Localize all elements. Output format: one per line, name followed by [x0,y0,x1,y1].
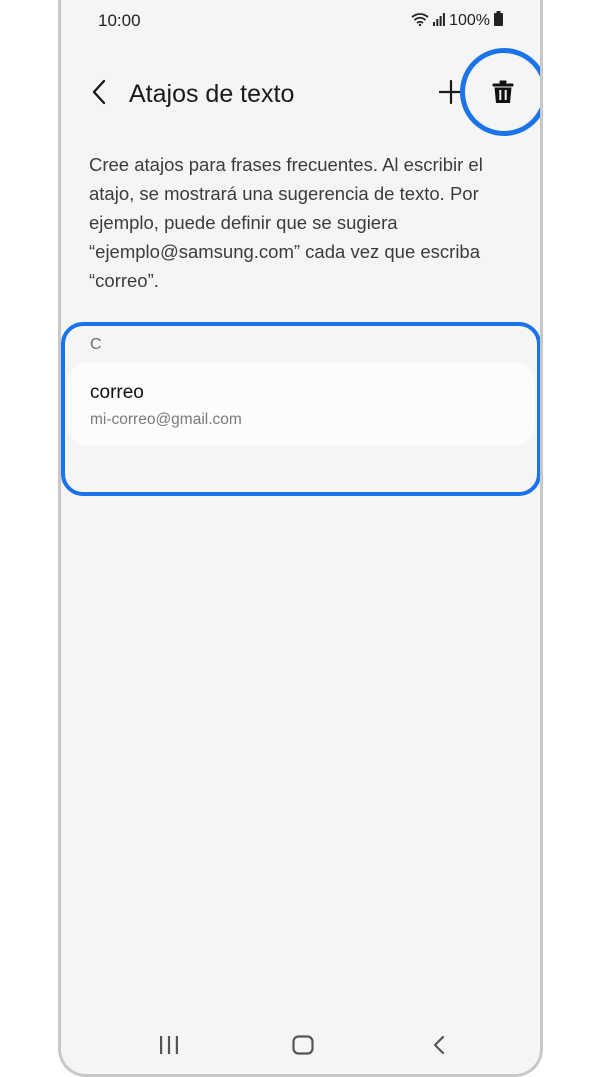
section-header: C [90,336,102,353]
back-icon [432,1035,446,1060]
nav-back-button[interactable] [419,1032,459,1062]
status-time: 10:00 [98,11,141,30]
status-bar: 10:00 100% [61,0,540,44]
home-icon [292,1034,314,1060]
wifi-icon [411,12,429,31]
back-button[interactable] [81,76,117,112]
trash-icon [492,80,514,109]
signal-icon [433,12,445,31]
shortcut-phrase: mi-correo@gmail.com [90,411,242,428]
phone-screen: 10:00 100% Atajos de texto Cree atajos p… [58,0,543,1077]
chevron-left-icon [91,79,107,110]
page-title: Atajos de texto [129,80,295,108]
battery-icon [494,11,503,31]
shortcut-title: correo [90,382,144,403]
home-button[interactable] [283,1032,323,1062]
navigation-bar [61,1022,540,1072]
recents-button[interactable] [149,1032,189,1062]
delete-button[interactable] [485,76,521,112]
description-text: Cree atajos para frases frecuentes. Al e… [89,154,483,291]
list-item[interactable]: correo mi-correo@gmail.com [67,362,535,446]
recents-icon [158,1035,180,1060]
plus-icon [438,79,464,109]
app-bar: Atajos de texto [61,66,540,126]
add-shortcut-button[interactable] [433,76,469,112]
status-icons: 100% [411,11,503,31]
battery-text: 100% [449,12,490,29]
